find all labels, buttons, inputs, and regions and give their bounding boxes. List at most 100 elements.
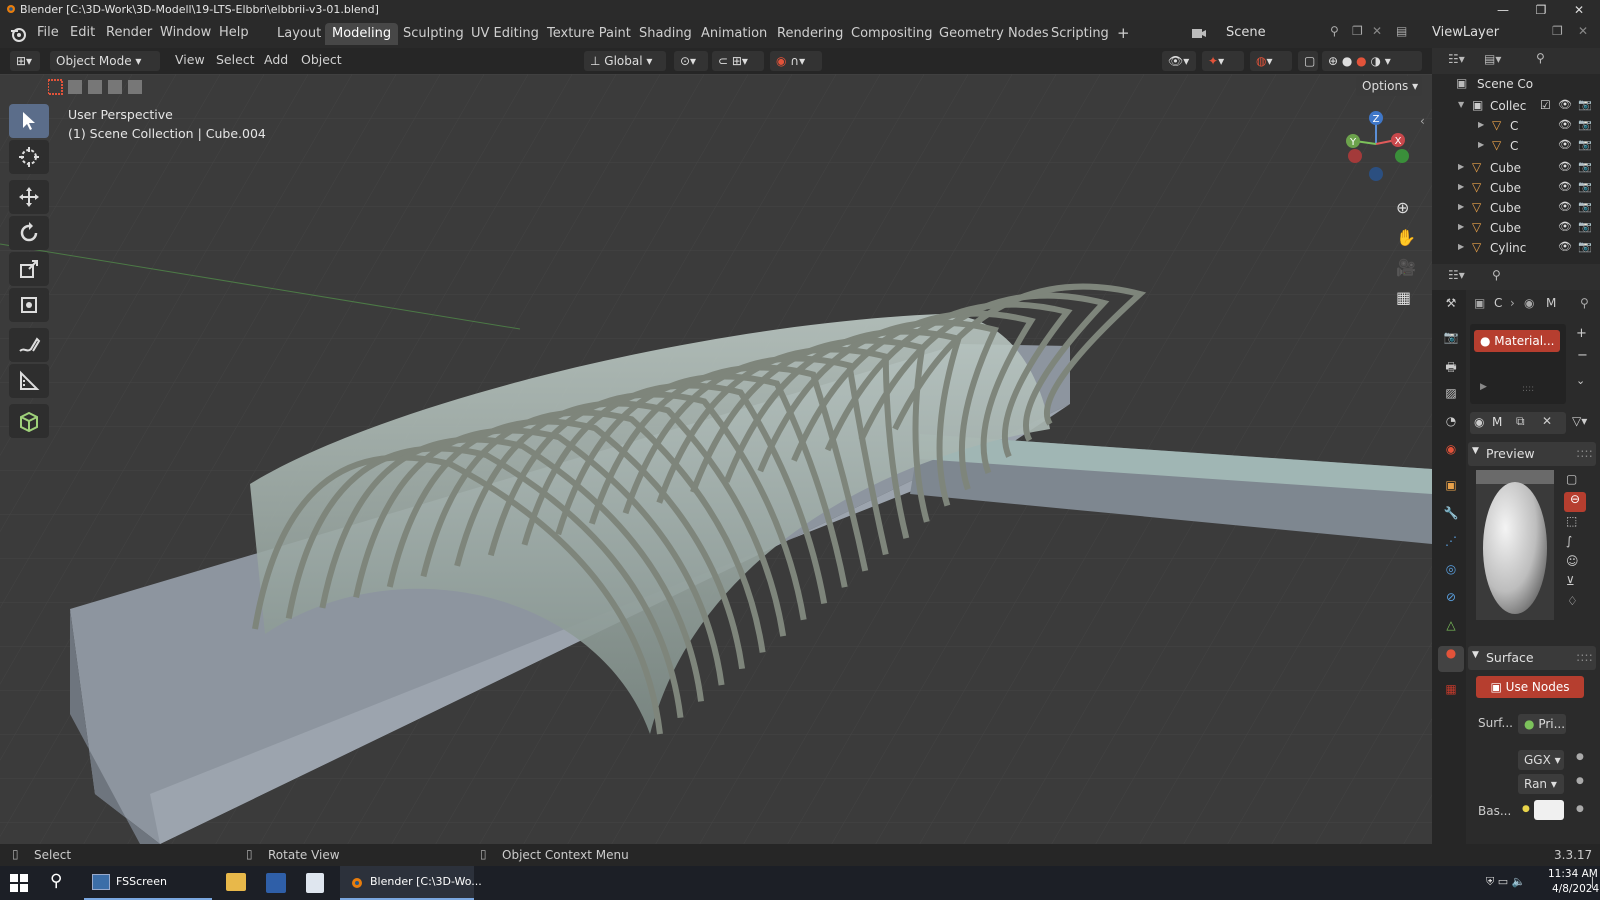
editor-type-button[interactable]: ⊞▾ [10,51,40,71]
pan-hand-icon[interactable]: ✋ [1396,228,1416,247]
tab-compositing[interactable]: Compositing [844,23,940,45]
save-app-icon[interactable] [266,873,286,893]
preview-cloth-icon[interactable]: ⊻ [1566,574,1575,588]
render-camera-icon[interactable]: 📷 [1578,240,1592,253]
tab-modeling[interactable]: Modeling [325,23,399,45]
object-mode-select[interactable]: Object Mode ▾ [50,51,160,71]
tab-animation[interactable]: Animation [694,23,774,45]
visibility-eye-icon[interactable]: 👁 [1558,160,1572,173]
material-duplicate-icon[interactable]: ⧉ [1516,414,1525,429]
visibility-eye-icon[interactable]: 👁 [1558,200,1572,213]
menu-edit[interactable]: Edit [70,25,95,40]
system-tray-icons[interactable]: ⛨ ▭ 🔈 [1486,875,1525,889]
object-tab-icon[interactable]: ▣ [1438,478,1464,504]
menu-file[interactable]: File [37,25,59,40]
material-browse-icon[interactable]: ◉ [1474,415,1484,429]
new-viewlayer-icon[interactable]: ❐ [1552,24,1563,38]
menu-window[interactable]: Window [160,25,211,40]
tab-sculpting[interactable]: Sculpting [396,23,471,45]
taskbar-search-icon[interactable]: ⚲ [50,871,62,891]
menu-add[interactable]: Add [264,52,288,67]
outliner-item[interactable]: ▶ ▽ Cube 👁 📷 [1432,158,1600,178]
render-tab-icon[interactable]: 📷 [1438,330,1464,356]
render-camera-icon[interactable]: 📷 [1578,180,1592,193]
exclude-checkbox-icon[interactable]: ☑ [1540,98,1551,112]
world-tab-icon[interactable]: ◉ [1438,442,1464,468]
preview-sphere-type-icon[interactable]: ⊖ [1564,492,1586,512]
visibility-eye-icon[interactable]: 👁 [1558,138,1572,151]
expand-arrow-icon[interactable]: ▶ [1478,140,1484,149]
base-color-socket-icon[interactable]: ● [1522,804,1530,814]
overlays-toggle-icon[interactable]: ◍▾ [1250,51,1292,71]
preview-cube-icon[interactable]: ⬚ [1566,514,1577,528]
visibility-eye-icon[interactable]: 👁 [1558,220,1572,233]
physics-tab-icon[interactable]: ◎ [1438,562,1464,588]
expand-arrow-icon[interactable]: ▶ [1458,182,1464,191]
tab-texture-paint[interactable]: Texture Paint [540,23,638,45]
camera-view-icon[interactable]: 🎥 [1396,258,1416,277]
outliner-item[interactable]: ▶ ▽ C 👁 📷 [1432,136,1600,156]
preview-drag-icon[interactable]: :::: [1576,445,1593,460]
sidebar-toggle-icon[interactable]: ‹ [1420,114,1425,128]
tab-uv-editing[interactable]: UV Editing [464,23,546,45]
output-tab-icon[interactable]: 🖶 [1438,358,1464,384]
tab-scripting[interactable]: Scripting [1044,23,1116,45]
material-tab-icon[interactable]: ● [1438,646,1464,672]
tab-shading[interactable]: Shading [632,23,699,45]
annotate-tool[interactable] [9,328,49,362]
snap-icon[interactable]: ⊂ ⊞▾ [712,51,764,71]
slot-resize-handle[interactable]: :::: [1522,384,1534,394]
scene-pin-icon[interactable]: ⚲ [1330,24,1339,38]
expand-arrow-icon[interactable]: ▶ [1458,222,1464,231]
properties-search-icon[interactable]: ⚲ [1492,268,1501,282]
viewlayer-name[interactable]: ViewLayer [1432,25,1499,40]
material-slot-list[interactable]: ● Material... ▶ :::: [1470,324,1566,404]
pivot-point-icon[interactable]: ⊙▾ [674,51,708,71]
rotate-tool[interactable] [9,216,49,250]
measure-tool[interactable] [9,364,49,398]
texture-tab-icon[interactable]: ▦ [1438,682,1464,708]
xray-toggle-icon[interactable]: ▢ [1298,51,1318,71]
add-workspace-button[interactable]: + [1110,21,1137,43]
visibility-eye-icon[interactable]: 👁 [1558,98,1572,111]
particles-tab-icon[interactable]: ⋰ [1438,534,1464,560]
visibility-eye-icon[interactable]: 👁 [1558,240,1572,253]
outliner-item[interactable]: ▶ ▽ Cube 👁 📷 [1432,218,1600,238]
perspective-toggle-icon[interactable]: ▦ [1396,288,1411,307]
material-slot-item[interactable]: ● Material... [1474,330,1560,352]
slot-expand-icon[interactable]: ▶ [1480,382,1487,392]
preview-panel-header[interactable]: ▼ Preview :::: [1468,442,1596,466]
new-scene-icon[interactable]: ❐ [1352,24,1363,38]
subsurface-keyframe-icon[interactable]: ● [1576,776,1584,786]
scale-tool[interactable] [9,252,49,286]
document-app-icon[interactable] [306,873,324,893]
material-datablock[interactable]: ◉ M ⧉ ✕ [1470,412,1566,434]
collapse-arrow-icon[interactable]: ▼ [1458,100,1464,109]
delete-scene-icon[interactable]: ✕ [1372,24,1382,38]
use-nodes-button[interactable]: ▣ Use Nodes [1476,676,1584,698]
transform-orientation-select[interactable]: ⊥ Global ▾ [584,51,666,71]
base-color-keyframe-icon[interactable]: ● [1576,804,1584,814]
select-box-tool[interactable] [9,104,49,138]
outliner-scene-collection[interactable]: ▣ Scene Co [1432,74,1600,94]
file-explorer-icon[interactable] [226,873,246,891]
visibility-eye-icon[interactable]: 👁 [1558,180,1572,193]
scene-name[interactable]: Scene [1226,25,1266,40]
subsurface-method-select[interactable]: Ran ▾ [1518,774,1564,794]
pin-icon[interactable]: ⚲ [1580,296,1589,310]
preview-fluid-icon[interactable]: ♢ [1567,594,1578,608]
scene-tab-icon[interactable]: ◔ [1438,414,1464,440]
outliner-item[interactable]: ▶ ▽ Cylinc 👁 📷 [1432,238,1600,258]
tool-tab-icon[interactable]: ⚒ [1438,296,1464,322]
expand-arrow-icon[interactable]: ▶ [1478,120,1484,129]
menu-select[interactable]: Select [216,52,255,67]
surface-shader-select[interactable]: ● Pri... [1518,714,1566,734]
blender-menu-icon[interactable] [9,25,27,43]
menu-object[interactable]: Object [301,52,342,67]
render-camera-icon[interactable]: 📷 [1578,118,1592,131]
navigation-gizmo[interactable]: Z X Y [1336,106,1416,186]
slot-menu-button[interactable]: ⌄ [1576,374,1585,387]
options-dropdown[interactable]: Options ▾ [1356,76,1422,96]
outliner-item[interactable]: ▼ ▣ Collec ☑ 👁 📷 [1432,96,1600,116]
expand-arrow-icon[interactable]: ▶ [1458,202,1464,211]
